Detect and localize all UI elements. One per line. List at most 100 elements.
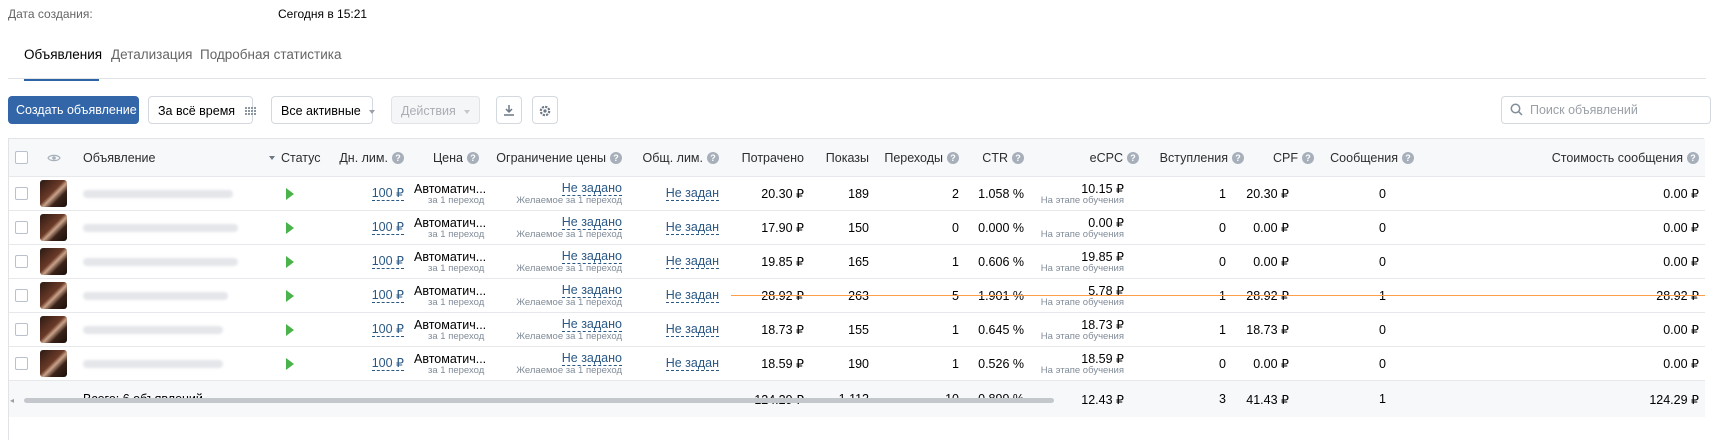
col-price[interactable]: Цена? bbox=[409, 139, 479, 176]
table-row[interactable]: 100 ₽ Автоматич... за 1 переход Не задан… bbox=[9, 177, 1705, 211]
total-limit-value[interactable]: Не задан bbox=[665, 322, 719, 337]
help-icon[interactable]: ? bbox=[392, 151, 404, 164]
total-limit-link[interactable]: Не задан bbox=[639, 279, 719, 312]
filter-dropdown[interactable]: Все активные bbox=[271, 96, 375, 124]
ad-name-blurred[interactable] bbox=[83, 313, 223, 346]
help-icon[interactable]: ? bbox=[1232, 151, 1244, 164]
tab-details[interactable]: Детализация bbox=[111, 47, 192, 79]
col-price-limit[interactable]: Ограничение цены? bbox=[489, 139, 622, 176]
help-icon[interactable]: ? bbox=[1687, 151, 1699, 164]
col-day-limit[interactable]: Дн. лим.? bbox=[339, 139, 404, 176]
total-limit-link[interactable]: Не задан bbox=[639, 177, 719, 210]
ad-thumbnail[interactable] bbox=[40, 211, 67, 244]
play-icon[interactable] bbox=[286, 245, 294, 278]
ad-name-blurred[interactable] bbox=[83, 347, 223, 380]
total-limit-link[interactable]: Не задан bbox=[639, 211, 719, 244]
col-ctr[interactable]: CTR? bbox=[964, 139, 1024, 176]
table-row[interactable]: 100 ₽ Автоматич... за 1 переход Не задан… bbox=[9, 211, 1705, 245]
play-icon[interactable] bbox=[286, 313, 294, 346]
play-icon[interactable] bbox=[286, 279, 294, 312]
price-limit-cell[interactable]: Не задано Желаемое за 1 переход bbox=[499, 177, 622, 210]
price-limit-value[interactable]: Не задано bbox=[561, 249, 622, 264]
download-button[interactable] bbox=[496, 96, 522, 124]
col-ecpc[interactable]: eCPC? bbox=[1039, 139, 1139, 176]
help-icon[interactable]: ? bbox=[467, 151, 479, 164]
search-input[interactable]: Поиск объявлений bbox=[1501, 96, 1711, 124]
horizontal-scrollbar[interactable]: ◂ bbox=[8, 396, 1704, 405]
visibility-icon[interactable] bbox=[47, 139, 61, 176]
row-checkbox[interactable] bbox=[15, 279, 28, 312]
help-icon[interactable]: ? bbox=[1012, 151, 1024, 164]
price-limit-cell[interactable]: Не задано Желаемое за 1 переход bbox=[499, 347, 622, 380]
row-checkbox[interactable] bbox=[15, 177, 28, 210]
col-total-limit[interactable]: Общ. лим.? bbox=[639, 139, 719, 176]
day-limit-link[interactable]: 100 ₽ bbox=[339, 279, 404, 312]
period-button[interactable]: За всё время bbox=[148, 96, 256, 124]
help-icon[interactable]: ? bbox=[947, 151, 959, 164]
ad-name-blurred[interactable] bbox=[83, 211, 238, 244]
col-status[interactable]: Статус bbox=[269, 139, 321, 176]
help-icon[interactable]: ? bbox=[1302, 151, 1314, 164]
settings-button[interactable] bbox=[532, 96, 558, 124]
col-messages[interactable]: Сообщения? bbox=[1319, 139, 1414, 176]
help-icon[interactable]: ? bbox=[707, 151, 719, 164]
total-limit-link[interactable]: Не задан bbox=[639, 347, 719, 380]
price-limit-value[interactable]: Не задано bbox=[561, 181, 622, 196]
help-icon[interactable]: ? bbox=[610, 151, 622, 164]
ad-thumbnail[interactable] bbox=[40, 279, 67, 312]
row-checkbox[interactable] bbox=[15, 245, 28, 278]
col-spent[interactable]: Потрачено bbox=[729, 139, 804, 176]
total-limit-link[interactable]: Не задан bbox=[639, 313, 719, 346]
help-icon[interactable]: ? bbox=[1127, 151, 1139, 164]
table-row[interactable]: 100 ₽ Автоматич... за 1 переход Не задан… bbox=[9, 279, 1705, 313]
total-limit-value[interactable]: Не задан bbox=[665, 254, 719, 269]
ad-thumbnail[interactable] bbox=[40, 177, 67, 210]
day-limit-link[interactable]: 100 ₽ bbox=[339, 245, 404, 278]
ad-thumbnail[interactable] bbox=[40, 245, 67, 278]
price-limit-cell[interactable]: Не задано Желаемое за 1 переход bbox=[499, 279, 622, 312]
table-row[interactable]: 100 ₽ Автоматич... за 1 переход Не задан… bbox=[9, 347, 1705, 381]
total-limit-value[interactable]: Не задан bbox=[665, 186, 719, 201]
create-ad-button[interactable]: Создать объявление bbox=[8, 96, 139, 124]
price-limit-value[interactable]: Не задано bbox=[561, 215, 622, 230]
day-limit-link[interactable]: 100 ₽ bbox=[339, 211, 404, 244]
price-limit-cell[interactable]: Не задано Желаемое за 1 переход bbox=[499, 211, 622, 244]
day-limit-link[interactable]: 100 ₽ bbox=[339, 177, 404, 210]
ad-name-blurred[interactable] bbox=[83, 245, 238, 278]
row-checkbox[interactable] bbox=[15, 313, 28, 346]
price-limit-value[interactable]: Не задано bbox=[561, 317, 622, 332]
day-limit-value[interactable]: 100 ₽ bbox=[371, 356, 404, 371]
total-limit-value[interactable]: Не задан bbox=[665, 220, 719, 235]
total-limit-link[interactable]: Не задан bbox=[639, 245, 719, 278]
play-icon[interactable] bbox=[286, 177, 294, 210]
day-limit-value[interactable]: 100 ₽ bbox=[371, 322, 404, 337]
scrollbar-thumb[interactable] bbox=[24, 398, 1054, 403]
play-icon[interactable] bbox=[286, 347, 294, 380]
day-limit-value[interactable]: 100 ₽ bbox=[371, 288, 404, 303]
price-limit-value[interactable]: Не задано bbox=[561, 283, 622, 298]
ad-thumbnail[interactable] bbox=[40, 347, 67, 380]
col-ad[interactable]: Объявление bbox=[83, 139, 156, 176]
day-limit-link[interactable]: 100 ₽ bbox=[339, 347, 404, 380]
price-limit-cell[interactable]: Не задано Желаемое за 1 переход bbox=[499, 313, 622, 346]
day-limit-value[interactable]: 100 ₽ bbox=[371, 254, 404, 269]
col-impressions[interactable]: Показы bbox=[809, 139, 869, 176]
total-limit-value[interactable]: Не задан bbox=[665, 288, 719, 303]
ad-thumbnail[interactable] bbox=[40, 313, 67, 346]
col-clicks[interactable]: Переходы? bbox=[874, 139, 959, 176]
col-cpf[interactable]: CPF? bbox=[1254, 139, 1314, 176]
price-limit-cell[interactable]: Не задано Желаемое за 1 переход bbox=[499, 245, 622, 278]
select-all-checkbox[interactable] bbox=[15, 139, 28, 176]
row-checkbox[interactable] bbox=[15, 211, 28, 244]
price-limit-value[interactable]: Не задано bbox=[561, 351, 622, 366]
day-limit-value[interactable]: 100 ₽ bbox=[371, 186, 404, 201]
tab-ads[interactable]: Объявления bbox=[24, 47, 102, 81]
actions-dropdown[interactable]: Действия bbox=[391, 96, 480, 124]
day-limit-link[interactable]: 100 ₽ bbox=[339, 313, 404, 346]
total-limit-value[interactable]: Не задан bbox=[665, 356, 719, 371]
col-message-cost[interactable]: Стоимость сообщения? bbox=[1429, 139, 1699, 176]
scroll-left-icon[interactable]: ◂ bbox=[10, 396, 14, 405]
ad-name-blurred[interactable] bbox=[83, 279, 228, 312]
table-row[interactable]: 100 ₽ Автоматич... за 1 переход Не задан… bbox=[9, 313, 1705, 347]
row-checkbox[interactable] bbox=[15, 347, 28, 380]
